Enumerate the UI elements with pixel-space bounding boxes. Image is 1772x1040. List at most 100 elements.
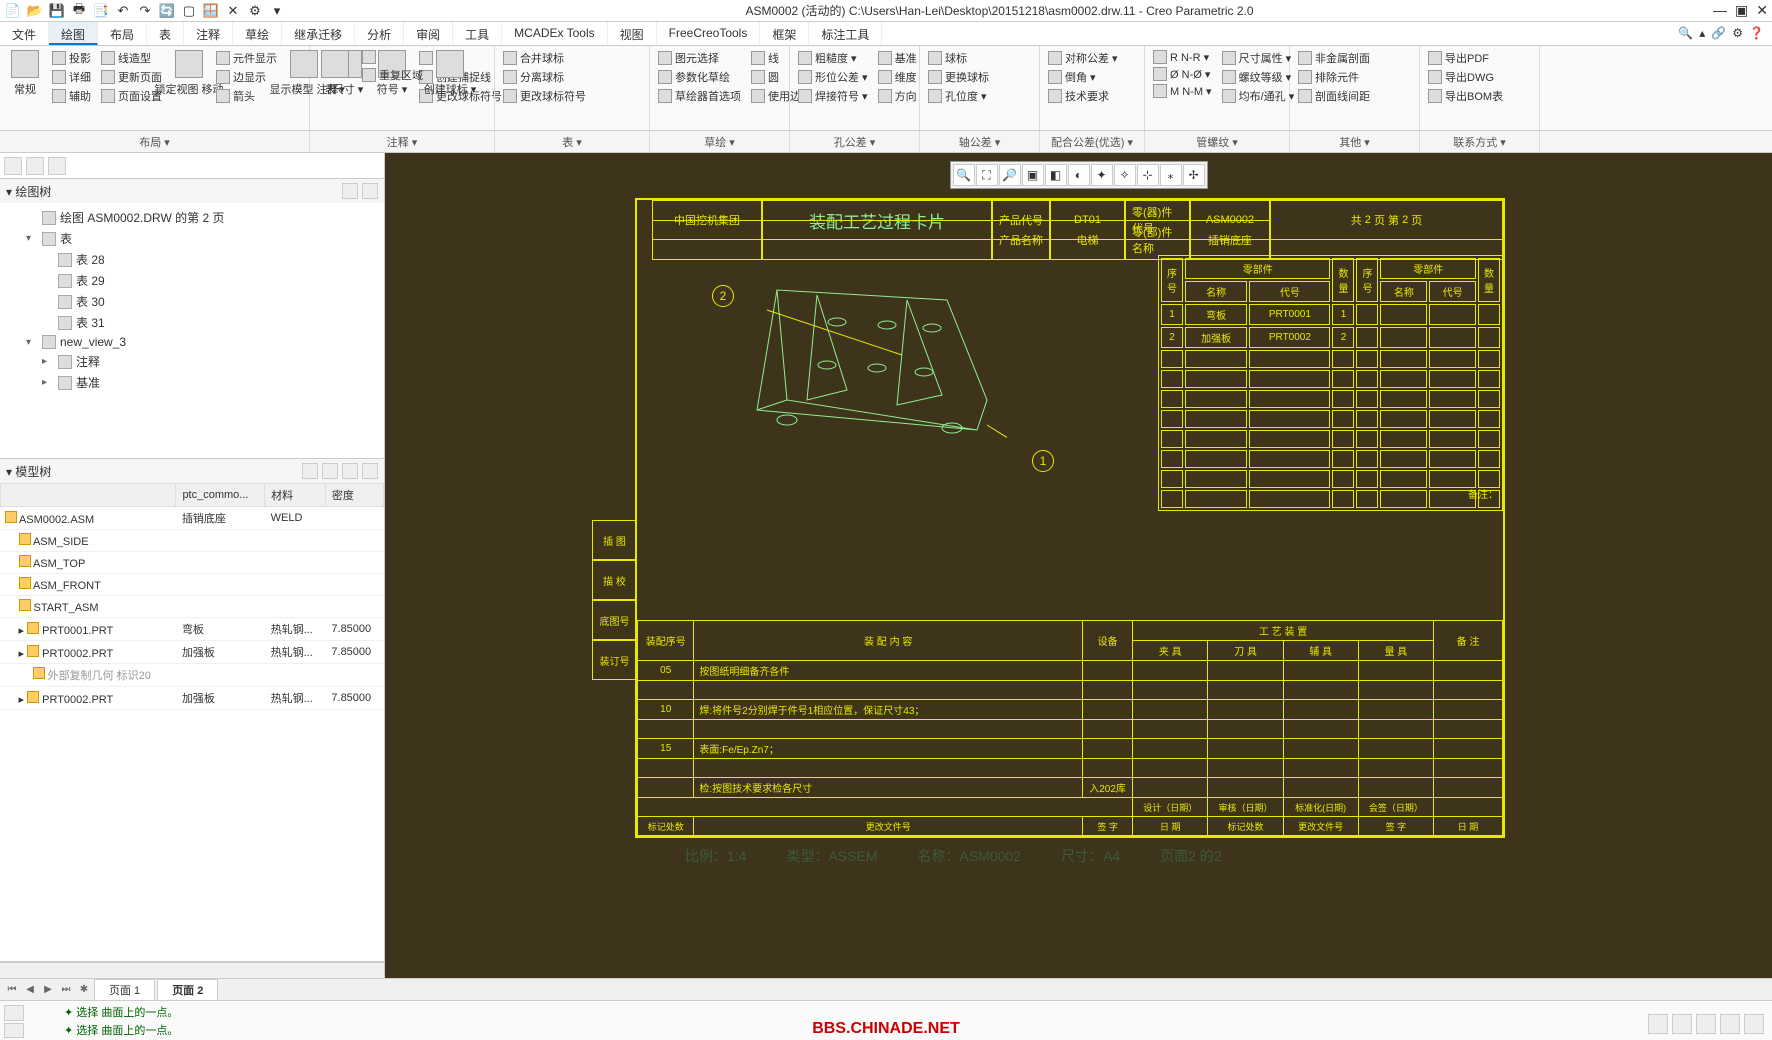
ribbon-label[interactable]: 联系方式 ▾ xyxy=(1420,131,1540,152)
page-tab-1[interactable]: 页面 2 xyxy=(157,979,218,1001)
tree-item[interactable]: 表 28 xyxy=(6,249,378,270)
status-btn2[interactable] xyxy=(4,1023,24,1039)
regen-icon[interactable]: 🔄 xyxy=(158,2,176,20)
save-icon[interactable]: 💾 xyxy=(48,2,66,20)
dim2-button[interactable]: 维度 xyxy=(875,68,920,86)
box-icon[interactable]: ▢ xyxy=(180,2,198,20)
drawing-canvas[interactable]: 🔍 ⛶ 🔎 ▣ ◧ ◐ ✦ ✧ ⊹ ⁎ ✢ 中国挖机集团 装配工艺过程卡片 产品… xyxy=(385,153,1772,978)
holetol-button[interactable]: 孔位度 ▾ xyxy=(925,87,992,105)
techreq-button[interactable]: 技术要求 xyxy=(1045,87,1121,105)
tab-star-icon[interactable] xyxy=(48,157,66,175)
model-col[interactable] xyxy=(1,484,176,507)
tree-item[interactable]: 基准 xyxy=(6,372,378,393)
model-row[interactable]: ASM_FRONT xyxy=(1,574,384,596)
aux-button[interactable]: 辅助 xyxy=(49,87,94,105)
mt-opt4-icon[interactable] xyxy=(362,463,378,479)
splitball-button[interactable]: 分离球标 xyxy=(500,68,589,86)
r-button[interactable]: R N-R ▾ xyxy=(1150,49,1215,65)
menu-tab-14[interactable]: 标注工具 xyxy=(809,22,882,45)
menu-tab-6[interactable]: 继承迁移 xyxy=(282,22,355,45)
zoom-fit-icon[interactable]: ⛶ xyxy=(976,164,998,186)
zoom-out-icon[interactable]: 🔎 xyxy=(999,164,1021,186)
page-new-icon[interactable]: ✱ xyxy=(76,984,92,995)
sectdist-button[interactable]: 剖面线间距 xyxy=(1295,87,1373,105)
sb-icon-1[interactable] xyxy=(1648,1014,1668,1034)
mt-opt2-icon[interactable] xyxy=(322,463,338,479)
tab-tree-icon[interactable] xyxy=(4,157,22,175)
menu-tab-12[interactable]: FreeCreoTools xyxy=(657,22,761,45)
datum1-icon[interactable]: ✦ xyxy=(1091,164,1113,186)
modifyball-button[interactable]: 更改球标符号 xyxy=(500,87,589,105)
menu-tab-1[interactable]: 绘图 xyxy=(49,22,98,45)
tree-item[interactable]: 注释 xyxy=(6,351,378,372)
linetype-button[interactable]: 线造型 xyxy=(98,49,165,67)
evenhole-button[interactable]: 均布/通孔 ▾ xyxy=(1219,87,1298,105)
ribbon-label[interactable]: 表 ▾ xyxy=(495,131,650,152)
tree-item[interactable]: new_view_3 xyxy=(6,333,378,351)
menu-tab-8[interactable]: 审阅 xyxy=(404,22,453,45)
n-button[interactable]: Ø N-Ø ▾ xyxy=(1150,66,1215,82)
page-tab-0[interactable]: 页面 1 xyxy=(94,979,155,1001)
m-button[interactable]: M N-M ▾ xyxy=(1150,83,1215,99)
bom-button[interactable]: 导出BOM表 xyxy=(1425,87,1506,105)
formtol-button[interactable]: 形位公差 ▾ xyxy=(795,68,871,86)
ribbon-label[interactable]: 轴公差 ▾ xyxy=(920,131,1040,152)
csys-icon[interactable]: ✢ xyxy=(1183,164,1205,186)
dimprop-button[interactable]: 尺寸属性 ▾ xyxy=(1219,49,1298,67)
ribbon-label[interactable]: 管螺纹 ▾ xyxy=(1145,131,1290,152)
minimize-icon[interactable]: — xyxy=(1713,2,1727,19)
drawing-tree-header[interactable]: 绘图树 xyxy=(0,179,384,203)
chamfer-button[interactable]: 倒角 ▾ xyxy=(1045,68,1121,86)
roughness-button[interactable]: 粗糙度 ▾ xyxy=(795,49,871,67)
model-col[interactable]: ptc_commo... xyxy=(176,484,265,507)
model-row[interactable]: START_ASM xyxy=(1,596,384,618)
dropdown-icon[interactable]: ▾ xyxy=(268,2,286,20)
search-icon[interactable]: 🔍 xyxy=(1678,26,1693,41)
repeat-button[interactable]: 重复区域 xyxy=(359,66,426,84)
ballref-button[interactable]: 球标 xyxy=(925,49,992,67)
menu-tab-13[interactable]: 框架 xyxy=(760,22,809,45)
redo-icon[interactable]: ↷ xyxy=(136,2,154,20)
datum-button[interactable]: 基准 xyxy=(875,49,920,67)
sb-icon-4[interactable] xyxy=(1720,1014,1740,1034)
model-row[interactable]: ▸ PRT0001.PRT弯板热轧钢...7.85000 xyxy=(1,618,384,641)
select-button[interactable]: 图元选择 xyxy=(655,49,744,67)
model-row[interactable]: ASM_SIDE xyxy=(1,530,384,552)
mt-opt3-icon[interactable] xyxy=(342,463,358,479)
ribbon-label[interactable]: 其他 ▾ xyxy=(1290,131,1420,152)
grid-button[interactable] xyxy=(359,49,426,65)
status-btn1[interactable] xyxy=(4,1005,24,1021)
sidebar-scrollbar[interactable] xyxy=(0,962,384,978)
menu-tab-2[interactable]: 布局 xyxy=(98,22,147,45)
options-icon[interactable]: ⚙ xyxy=(1732,26,1743,41)
settings-icon[interactable]: ⚙ xyxy=(246,2,264,20)
symtol-button[interactable]: 对称公差 ▾ xyxy=(1045,49,1121,67)
sheet-button[interactable]: 常规 xyxy=(5,49,45,98)
menu-tab-7[interactable]: 分析 xyxy=(355,22,404,45)
nonmetal-button[interactable]: 非金属剖面 xyxy=(1295,49,1373,67)
close-win-icon[interactable]: ✕ xyxy=(224,2,242,20)
new-icon[interactable]: 📄 xyxy=(4,2,22,20)
sb-icon-3[interactable] xyxy=(1696,1014,1716,1034)
model-tree-header[interactable]: 模型树 xyxy=(0,459,384,483)
menu-tab-0[interactable]: 文件 xyxy=(0,22,49,45)
open-icon[interactable]: 📂 xyxy=(26,2,44,20)
model-row[interactable]: ▸ PRT0002.PRT加强板热轧钢...7.85000 xyxy=(1,641,384,664)
display-icon[interactable]: ◧ xyxy=(1045,164,1067,186)
zoom-in-icon[interactable]: 🔍 xyxy=(953,164,975,186)
maximize-icon[interactable]: ▣ xyxy=(1735,2,1748,19)
model-row[interactable]: ASM_TOP xyxy=(1,552,384,574)
sb-icon-5[interactable] xyxy=(1744,1014,1764,1034)
thrgrade-button[interactable]: 螺纹等级 ▾ xyxy=(1219,68,1298,86)
point-icon[interactable]: ⁎ xyxy=(1160,164,1182,186)
close-icon[interactable]: ✕ xyxy=(1756,2,1768,19)
tree-item[interactable]: 表 29 xyxy=(6,270,378,291)
sb-icon-2[interactable] xyxy=(1672,1014,1692,1034)
model-col[interactable]: 密度 xyxy=(325,484,383,507)
dir-button[interactable]: 方向 xyxy=(875,87,920,105)
sketchpref-button[interactable]: 草绘器首选项 xyxy=(655,87,744,105)
pdf-button[interactable]: 导出PDF xyxy=(1425,49,1506,67)
pdf-icon[interactable]: 📑 xyxy=(92,2,110,20)
model-row[interactable]: ▸ PRT0002.PRT加强板热轧钢...7.85000 xyxy=(1,687,384,710)
tree-menu-icon[interactable] xyxy=(362,183,378,199)
